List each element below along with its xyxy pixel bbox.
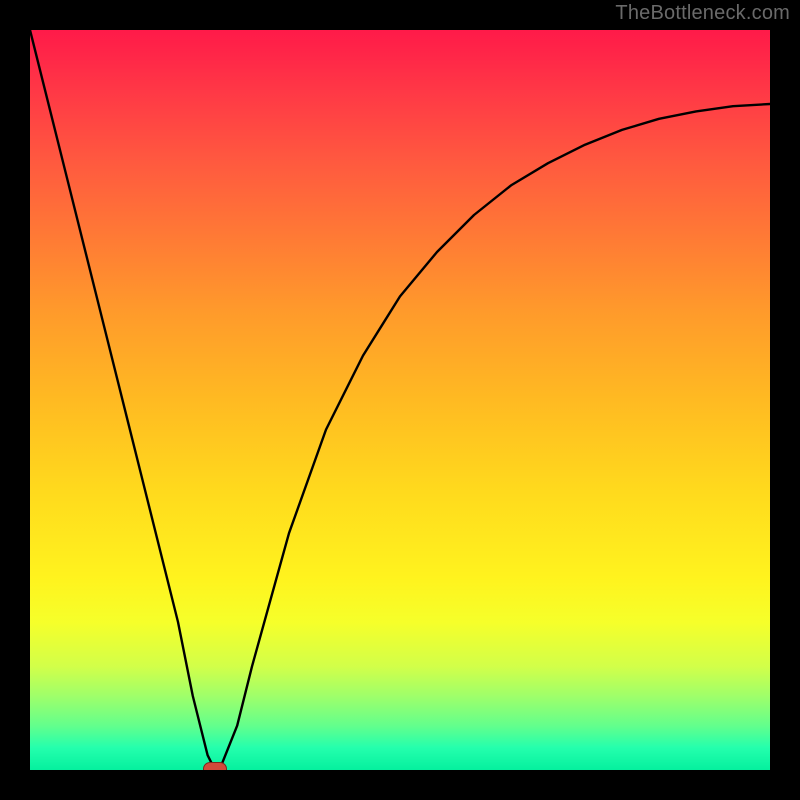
bottleneck-curve [30,30,770,770]
watermark-text: TheBottleneck.com [615,2,790,25]
minimum-marker [203,762,227,770]
curve-path [30,30,770,770]
plot-area [30,30,770,770]
chart-frame: TheBottleneck.com [0,0,800,800]
